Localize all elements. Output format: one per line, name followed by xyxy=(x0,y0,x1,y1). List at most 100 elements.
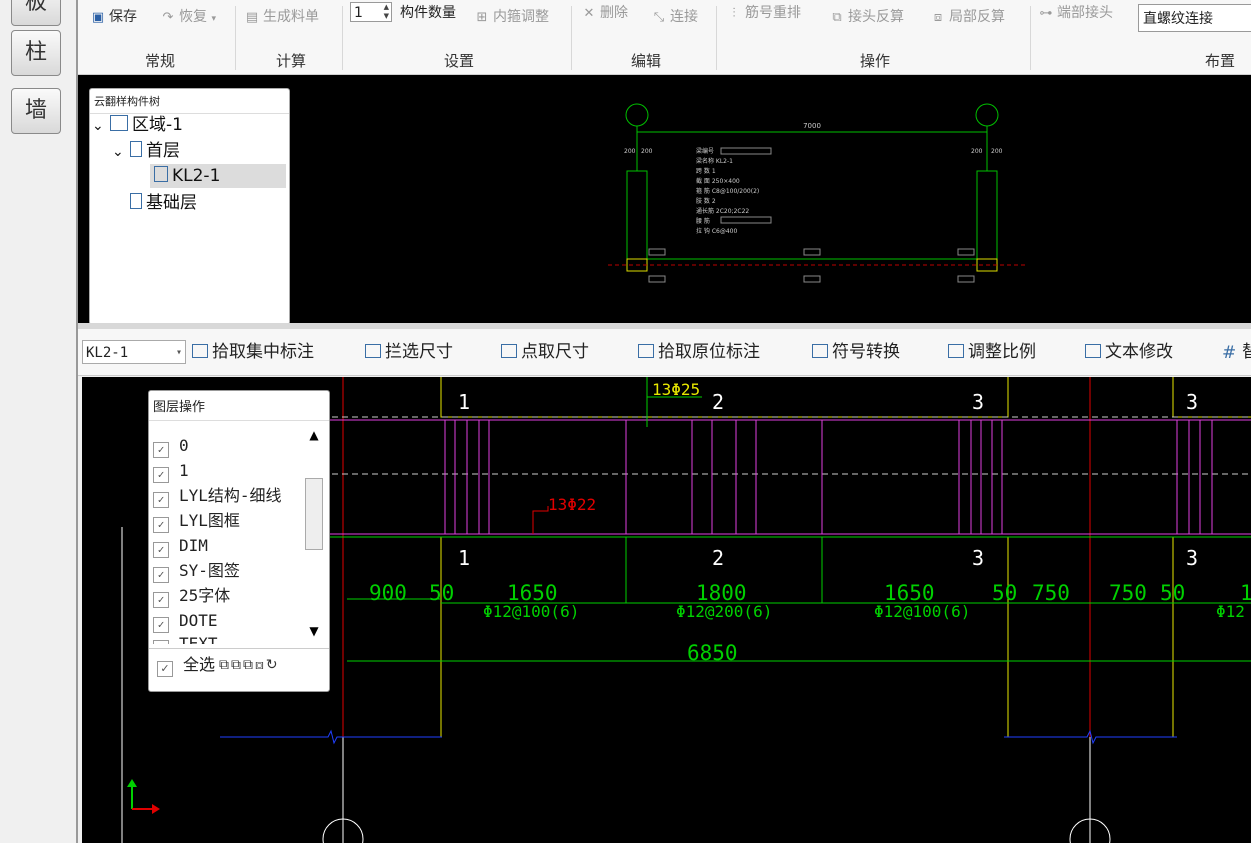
select-all-label: 全选 xyxy=(183,655,216,674)
adjust-scale-text: 调整比例 xyxy=(968,342,1036,362)
layer-item[interactable]: ✓ 1 xyxy=(153,459,189,483)
group-edit: 编辑 xyxy=(630,52,661,70)
redo-icon: ↷ xyxy=(162,10,174,25)
connect-button[interactable]: ⤡ 连接 xyxy=(651,4,698,30)
rebar-reorder-button[interactable]: ⫶ 筋号重排 xyxy=(726,0,801,26)
dim-2: 200 xyxy=(641,148,653,155)
adjust-scale-button[interactable]: 调整比例 xyxy=(948,340,1036,364)
scroll-thumb[interactable] xyxy=(305,478,323,550)
section-mark-2: 2 xyxy=(712,390,724,414)
joint-recalc-label: 接头反算 xyxy=(848,9,904,25)
local-recalc-button[interactable]: ⧈ 局部反算 xyxy=(930,4,1005,30)
checkbox[interactable]: ✓ xyxy=(157,661,173,677)
pick-icon xyxy=(192,344,208,358)
elevation-view[interactable]: 7000 200 200 200 200 梁编号 梁名称 KL2-1 跨 数 1… xyxy=(78,75,1251,325)
tree-title: 云翻样构件树 xyxy=(90,89,289,114)
select-all[interactable]: ✓ 全选 xyxy=(157,653,215,677)
scale-icon xyxy=(948,344,964,358)
section-mark-4: 3 xyxy=(1186,390,1198,414)
view-layers-icon[interactable]: ⧉ xyxy=(231,657,243,673)
region-icon xyxy=(110,115,128,131)
pick-central-label-button[interactable]: 拾取集中标注 xyxy=(192,340,314,364)
prop-4: 箍 筋 C8@100/200(2) xyxy=(696,187,759,195)
section-mark-3b: 3 xyxy=(972,546,984,570)
restore-button[interactable]: ↷ 恢复 ▾ xyxy=(160,4,216,30)
checkbox[interactable]: ✓ xyxy=(153,467,169,483)
span-dim: 7000 xyxy=(803,122,821,130)
layer-panel: 图层操作 ✓ 0 ✓ 1 ✓ LYL结构-细线 ✓ LYL图框 ✓ DIM ✓ SY-图签 … xyxy=(148,390,330,692)
list-icon: ▤ xyxy=(245,10,259,25)
group-layout: 布置 xyxy=(1204,52,1235,70)
layer-item[interactable]: ✓ DOTE xyxy=(153,609,218,633)
symbol-convert-button[interactable]: 符号转换 xyxy=(812,340,900,364)
replace-text: 替 xyxy=(1242,342,1251,362)
tree-node-first-floor[interactable]: ⌄ 首层 xyxy=(112,139,180,163)
delete-button[interactable]: ✕ 删除 xyxy=(581,0,628,26)
tree-node-region[interactable]: ⌄ 区域-1 xyxy=(92,113,183,137)
tree-node-kl2-1[interactable]: KL2-1 xyxy=(150,164,286,188)
merge-layers-icon[interactable]: ⧈ xyxy=(255,657,266,673)
layer-scrollbar[interactable]: ▲ ▼ xyxy=(303,426,325,646)
save-button[interactable]: ▣ 保存 xyxy=(90,4,137,30)
checkbox[interactable]: ✓ xyxy=(153,442,169,458)
pick-central-label-text: 拾取集中标注 xyxy=(212,342,314,362)
layer-item[interactable]: ✓ 25字体 xyxy=(153,584,230,608)
replace-button[interactable]: # 替 xyxy=(1222,340,1251,364)
symbol-convert-text: 符号转换 xyxy=(832,342,900,362)
layers-icon[interactable]: ⧉ xyxy=(219,657,231,673)
point-dim-icon xyxy=(501,344,517,358)
rebar-icon: ⫶ xyxy=(732,6,736,21)
layer-item[interactable]: ✓ LYL结构-细线 xyxy=(153,484,282,508)
end-joint-button[interactable]: ⊶ 端部接头 xyxy=(1038,0,1114,26)
stirrup-adjust-button[interactable]: ⊞ 内箍调整 xyxy=(474,4,549,30)
text-edit-text: 文本修改 xyxy=(1105,342,1173,362)
layer-name: TEXT xyxy=(179,634,218,644)
layer-item[interactable]: ✓ DIM xyxy=(153,534,208,558)
joint-type-select[interactable]: 直螺纹连接 xyxy=(1138,4,1251,32)
member-select[interactable]: KL2-1 ▾ xyxy=(82,340,186,364)
refresh-icon[interactable]: ↻ xyxy=(266,657,280,673)
column-button[interactable]: 柱 xyxy=(11,30,61,76)
box-select-icon xyxy=(365,344,381,358)
slab-button[interactable]: 板 xyxy=(11,0,61,26)
chevron-down-icon[interactable]: ⌄ xyxy=(112,140,130,164)
checkbox[interactable]: ✓ xyxy=(153,592,169,608)
tree-node-foundation[interactable]: 基础层 xyxy=(130,191,197,215)
layer-name: SY-图签 xyxy=(179,561,240,580)
checkbox[interactable]: ✓ xyxy=(153,492,169,508)
prop-3: 截 面 250×400 xyxy=(696,177,740,185)
checkbox[interactable]: ✓ xyxy=(153,640,169,644)
rebar-reorder-label: 筋号重排 xyxy=(745,5,801,21)
spin-arrows-icon[interactable]: ▲ ▼ xyxy=(384,3,389,21)
box-select-dim-button[interactable]: 拦选尺寸 xyxy=(365,340,453,364)
ribbon: ▣ 保存 ↷ 恢复 ▾ ▤ 生成料单 1 ▲ ▼ 构件数量 ⊞ 内箍调整 ✕ 删除 ⤡ 连接 … xyxy=(78,0,1251,75)
pick-origin-label-button[interactable]: 拾取原位标注 xyxy=(638,340,760,364)
joint-recalc-button[interactable]: ⧉ 接头反算 xyxy=(829,4,904,30)
floor-icon xyxy=(130,141,142,157)
left-toolbar: 板 柱 墙 xyxy=(0,0,78,843)
scroll-down-icon[interactable]: ▼ xyxy=(303,622,325,640)
checkbox[interactable]: ✓ xyxy=(153,617,169,633)
chevron-down-icon[interactable]: ⌄ xyxy=(92,114,110,138)
checkbox[interactable]: ✓ xyxy=(153,567,169,583)
layer-item[interactable]: ✓ LYL图框 xyxy=(153,509,240,533)
copy-layers-icon[interactable]: ⧉ xyxy=(243,657,255,673)
dim-750b: 750 xyxy=(1109,581,1147,605)
dim-50b: 50 xyxy=(992,581,1017,605)
scroll-up-icon[interactable]: ▲ xyxy=(303,426,325,444)
layer-item[interactable]: ✓ TEXT xyxy=(153,634,218,644)
prop-5: 肢 数 2 xyxy=(696,197,716,205)
layer-item[interactable]: ✓ 0 xyxy=(153,434,189,458)
text-edit-button[interactable]: 文本修改 xyxy=(1085,340,1173,364)
layer-item[interactable]: ✓ SY-图签 xyxy=(153,559,240,583)
generate-list-button[interactable]: ▤ 生成料单 xyxy=(244,4,319,30)
checkbox[interactable]: ✓ xyxy=(153,542,169,558)
wall-button[interactable]: 墙 xyxy=(11,88,61,134)
point-dim-button[interactable]: 点取尺寸 xyxy=(501,340,589,364)
count-stepper[interactable]: 1 ▲ ▼ xyxy=(350,2,392,22)
pick-origin-icon xyxy=(638,344,654,358)
group-settings: 设置 xyxy=(443,52,474,70)
rebar-drawing-view[interactable]: 1 2 3 3 1 2 3 3 13Φ25 13Φ22 900 50 1650 … xyxy=(82,377,1251,843)
delete-icon: ✕ xyxy=(583,6,595,21)
checkbox[interactable]: ✓ xyxy=(153,517,169,533)
